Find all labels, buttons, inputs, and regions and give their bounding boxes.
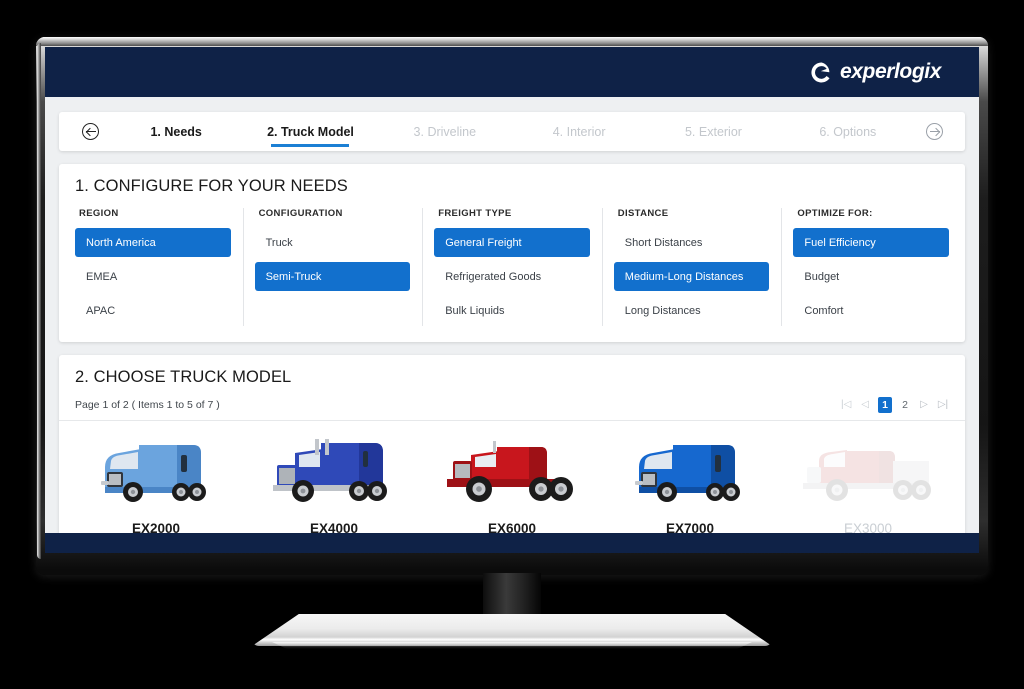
needs-option[interactable]: Comfort [793, 296, 949, 325]
step-tab-6[interactable]: 6. Options [781, 112, 915, 151]
steps-prev-button[interactable] [71, 112, 109, 151]
step-tab-label: 2. Truck Model [267, 124, 354, 139]
step-tab-label: 6. Options [819, 124, 877, 139]
needs-option[interactable]: Fuel Efficiency [793, 228, 949, 257]
models-count-text: Page 1 of 2 ( Items 1 to 5 of 7 ) [75, 399, 220, 411]
monitor-neck [483, 573, 541, 621]
pager: |◁ ◁ 1 2 ▷ ▷| [840, 397, 949, 413]
truck-image [101, 445, 206, 502]
needs-column-4: DISTANCE Short Distances Medium-Long Dista… [601, 206, 782, 330]
needs-column-header: FREIGHT TYPE [438, 208, 512, 219]
brand-name: experlogix [839, 60, 941, 83]
needs-panel: 1. CONFIGURE FOR YOUR NEEDS REGION North … [59, 164, 965, 342]
step-tab-label: 4. Interior [552, 124, 606, 139]
needs-option[interactable]: Refrigerated Goods [434, 262, 590, 291]
step-tab-3[interactable]: 3. Driveline [378, 112, 512, 151]
step-tab-label: 1. Needs [150, 124, 202, 139]
page-next-icon[interactable]: ▷ [918, 398, 930, 412]
needs-column-2: CONFIGURATION Truck Semi-Truck [242, 206, 423, 330]
needs-option[interactable]: Bulk Liquids [434, 296, 590, 325]
truck-model-card[interactable]: EX7000 [601, 431, 779, 536]
needs-option[interactable]: Budget [793, 262, 949, 291]
steps-next-button[interactable] [915, 112, 953, 151]
page-number-2[interactable]: 2 [899, 398, 911, 412]
needs-column-header: DISTANCE [617, 208, 669, 219]
truck-model-card: EX3000 [779, 431, 957, 536]
app-footer [45, 533, 979, 553]
models-toolbar: Page 1 of 2 ( Items 1 to 5 of 7 ) |◁ ◁ 1… [59, 397, 965, 421]
app-header: experlogix [45, 47, 979, 97]
circle-arrow-left-icon [81, 123, 99, 140]
needs-option[interactable]: Truck [255, 228, 411, 257]
step-tab-4[interactable]: 4. Interior [512, 112, 646, 151]
needs-columns: REGION North America EMEA APAC CONFIGURATION… [59, 206, 965, 342]
needs-option[interactable]: General Freight [434, 228, 590, 257]
truck-image [635, 445, 740, 502]
truck-model-card[interactable]: EX2000 [67, 431, 245, 536]
page-first-icon[interactable]: |◁ [840, 398, 852, 412]
monitor-base-shadow [272, 642, 752, 649]
models-panel-title: 2. CHOOSE TRUCK MODEL [75, 368, 292, 386]
step-tab-2[interactable]: 2. Truck Model [243, 112, 377, 151]
steps-list: 1. Needs 2. Truck Model 3. Driveline 4. Int… [109, 112, 915, 151]
monitor-base [252, 614, 772, 646]
step-tab-5[interactable]: 5. Exterior [646, 112, 780, 151]
step-tab-1[interactable]: 1. Needs [109, 112, 243, 151]
experlogix-e-mark-icon [811, 62, 830, 82]
needs-column-header: REGION [79, 208, 119, 219]
truck-model-card[interactable]: EX4000 [245, 431, 423, 536]
needs-panel-title: 1. CONFIGURE FOR YOUR NEEDS [75, 177, 348, 195]
truck-image [803, 450, 931, 501]
circle-arrow-right-icon [925, 123, 943, 140]
brand-logo: experlogix [810, 60, 941, 84]
step-tab-label: 5. Exterior [684, 124, 742, 139]
needs-option[interactable]: Short Distances [614, 228, 770, 257]
needs-column-3: FREIGHT TYPE General Freight Refrigerated … [422, 206, 602, 330]
truck-model-card[interactable]: EX6000 [423, 431, 601, 536]
needs-option[interactable]: Medium-Long Distances [613, 262, 770, 291]
steps-bar: 1. Needs 2. Truck Model 3. Driveline 4. Int… [59, 112, 965, 151]
needs-column-1: REGION North America EMEA APAC [63, 206, 243, 330]
needs-column-header: OPTIMIZE FOR: [797, 208, 873, 219]
truck-image [273, 439, 387, 502]
page-number-1[interactable]: 1 [878, 397, 892, 413]
needs-option[interactable]: Long Distances [614, 296, 770, 325]
needs-option[interactable]: APAC [75, 296, 231, 325]
step-tab-label: 3. Driveline [413, 124, 477, 139]
models-panel: 2. CHOOSE TRUCK MODEL Page 1 of 2 ( Item… [59, 355, 965, 550]
page-last-icon[interactable]: ▷| [937, 398, 949, 412]
needs-column-header: CONFIGURATION [258, 208, 343, 219]
screen: experlogix 1. Needs 2. Truck Model 3. Driv… [45, 47, 979, 553]
needs-option[interactable]: EMEA [75, 262, 231, 291]
truck-image [447, 441, 573, 502]
needs-column-5: OPTIMIZE FOR: Fuel Efficiency Budget Comfor… [781, 206, 961, 330]
models-grid: EX2000 EX4000 EX6000 EX7000 EX3000 [59, 421, 965, 550]
monitor-frame: experlogix 1. Needs 2. Truck Model 3. Driv… [36, 37, 988, 575]
page-prev-icon[interactable]: ◁ [859, 398, 871, 412]
needs-option[interactable]: Semi-Truck [254, 262, 411, 291]
needs-option[interactable]: North America [75, 228, 231, 257]
